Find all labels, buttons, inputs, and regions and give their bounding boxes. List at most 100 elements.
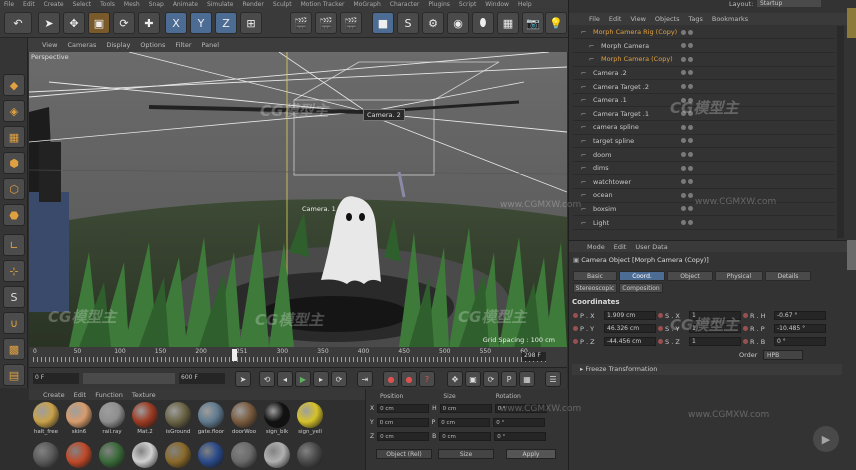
viewport-menu-item[interactable]: Options (140, 41, 165, 49)
z-axis-button[interactable]: Z (215, 12, 237, 34)
axis-mode-icon[interactable]: ∟ (3, 234, 25, 256)
render-settings-icon[interactable]: 🎬 (340, 12, 362, 34)
key-parameter-icon[interactable]: P (501, 371, 517, 387)
model-mode-icon[interactable]: ◈ (3, 100, 25, 122)
rotate-tool-icon[interactable]: ⟳ (113, 12, 135, 34)
main-menu-item[interactable]: Render (242, 1, 263, 8)
x-axis-button[interactable]: X (165, 12, 187, 34)
key-pla-icon[interactable]: ▦ (519, 371, 535, 387)
key-rotation-icon[interactable]: ⟳ (483, 371, 499, 387)
object-visibility-dots[interactable] (681, 220, 693, 226)
material-menu-item[interactable]: Function (95, 391, 123, 399)
main-menu-item[interactable]: Snap (149, 1, 164, 8)
object-row[interactable]: ⌐ dims (573, 162, 835, 176)
visibility-dot[interactable] (681, 220, 686, 226)
object-menu-item[interactable]: File (589, 15, 600, 23)
attribute-menu-item[interactable]: Edit (614, 243, 627, 251)
keyframe-dot-icon[interactable] (743, 313, 748, 318)
visibility-dot[interactable] (681, 192, 686, 198)
main-menu-item[interactable]: Help (518, 1, 532, 8)
keyframe-dot-icon[interactable] (573, 313, 578, 318)
live-select-icon[interactable]: ➤ (38, 12, 60, 34)
material-swatch[interactable] (163, 442, 193, 468)
record-keys-icon[interactable]: ● (383, 371, 399, 387)
current-frame-field[interactable]: 298 F (522, 352, 546, 361)
next-frame-icon[interactable]: ▸ (313, 371, 329, 387)
render-view-icon[interactable]: 🎬 (290, 12, 312, 34)
tab-composition[interactable]: Composition (619, 283, 663, 293)
object-visibility-dots[interactable] (681, 70, 693, 76)
generator-icon[interactable]: ⚙ (422, 12, 444, 34)
visibility-dot[interactable] (688, 179, 693, 185)
visibility-dot[interactable] (688, 152, 693, 158)
position-field[interactable]: 0 cm (377, 432, 430, 441)
visibility-dot[interactable] (681, 70, 686, 76)
object-row[interactable]: ⌐ watchtower (573, 176, 835, 189)
main-menu-item[interactable]: Animate (173, 1, 198, 8)
material-swatch[interactable] (97, 442, 127, 468)
material-swatch[interactable] (295, 442, 325, 468)
frame-range-slider[interactable] (83, 373, 175, 384)
material-menu-item[interactable]: Edit (74, 391, 87, 399)
main-menu-item[interactable]: Tools (100, 1, 115, 8)
scale-tool-icon[interactable]: ▣ (88, 12, 110, 34)
position-field[interactable]: 0 cm (376, 418, 429, 427)
object-visibility-dots[interactable] (681, 84, 693, 90)
rotation-value-field[interactable]: -10.485 ° (774, 324, 826, 333)
keyframe-dot-icon[interactable] (658, 313, 663, 318)
material-swatch[interactable]: skin6 (64, 402, 94, 435)
size-mode-select[interactable]: Size (438, 449, 494, 459)
polygons-mode-icon[interactable]: ⬣ (3, 204, 25, 226)
main-menu-item[interactable]: Character (390, 1, 420, 8)
keyframe-dot-icon[interactable] (658, 326, 663, 331)
previous-frame-icon[interactable]: ◂ (277, 371, 293, 387)
material-swatch[interactable] (229, 442, 259, 468)
size-field[interactable]: 0 cm (439, 432, 492, 441)
main-menu-item[interactable]: Window (485, 1, 509, 8)
keyframe-dot-icon[interactable] (658, 339, 663, 344)
viewport-menu-item[interactable]: View (42, 41, 57, 49)
material-swatch[interactable] (130, 442, 160, 468)
material-swatch[interactable]: sign_yell (295, 402, 325, 435)
tab-physical[interactable]: Physical (715, 271, 763, 281)
main-menu-item[interactable]: Edit (23, 1, 35, 8)
object-row[interactable]: ⌐ Light (573, 216, 835, 230)
object-row[interactable]: ⌐ Morph Camera (Copy) (573, 53, 835, 67)
visibility-dot[interactable] (688, 138, 693, 144)
visibility-dot[interactable] (681, 165, 686, 171)
object-visibility-dots[interactable] (681, 56, 693, 62)
object-row[interactable]: ⌐ camera spline (573, 121, 835, 135)
object-row[interactable]: ⌐ Morph Camera Rig (Copy) (573, 26, 835, 40)
tab-details[interactable]: Details (765, 271, 811, 281)
side-tab-objects[interactable] (847, 8, 856, 38)
loop-icon[interactable]: ⇥ (357, 371, 373, 387)
grid-icon[interactable]: ▤ (3, 364, 25, 386)
points-mode-icon[interactable]: ⬢ (3, 152, 25, 174)
freeze-transformation-section[interactable]: ▸ Freeze Transformation (572, 364, 842, 375)
visibility-dot[interactable] (681, 124, 686, 130)
material-swatch[interactable]: doorWoo (229, 402, 259, 435)
tab-basic[interactable]: Basic (573, 271, 617, 281)
visibility-dot[interactable] (688, 124, 693, 130)
magnet-icon[interactable]: ∪ (3, 312, 25, 334)
texture-mode-icon[interactable]: ▦ (3, 126, 25, 148)
position-value-field[interactable]: -44.456 cm (604, 337, 656, 346)
tweak-mode-icon[interactable]: ⊹ (3, 260, 25, 282)
visibility-dot[interactable] (681, 179, 686, 185)
side-tab-attributes[interactable] (847, 240, 856, 270)
material-swatch[interactable]: Mat.2 (130, 402, 160, 435)
rotation-value-field[interactable]: -0.67 ° (774, 311, 826, 320)
position-field[interactable]: 0 cm (377, 404, 430, 413)
keyframe-selection-icon[interactable]: ? (419, 371, 435, 387)
position-value-field[interactable]: 1.909 cm (604, 311, 656, 320)
play-icon[interactable]: ▶ (295, 371, 311, 387)
key-position-icon[interactable]: ✥ (447, 371, 463, 387)
object-row[interactable]: ⌐ target spline (573, 135, 835, 149)
visibility-dot[interactable] (688, 56, 693, 62)
visibility-dot[interactable] (681, 84, 686, 90)
visibility-dot[interactable] (688, 165, 693, 171)
object-menu-item[interactable]: Objects (655, 15, 680, 23)
size-field[interactable]: 0 cm (438, 418, 491, 427)
material-menu-item[interactable]: Texture (132, 391, 156, 399)
visibility-dot[interactable] (688, 29, 693, 35)
